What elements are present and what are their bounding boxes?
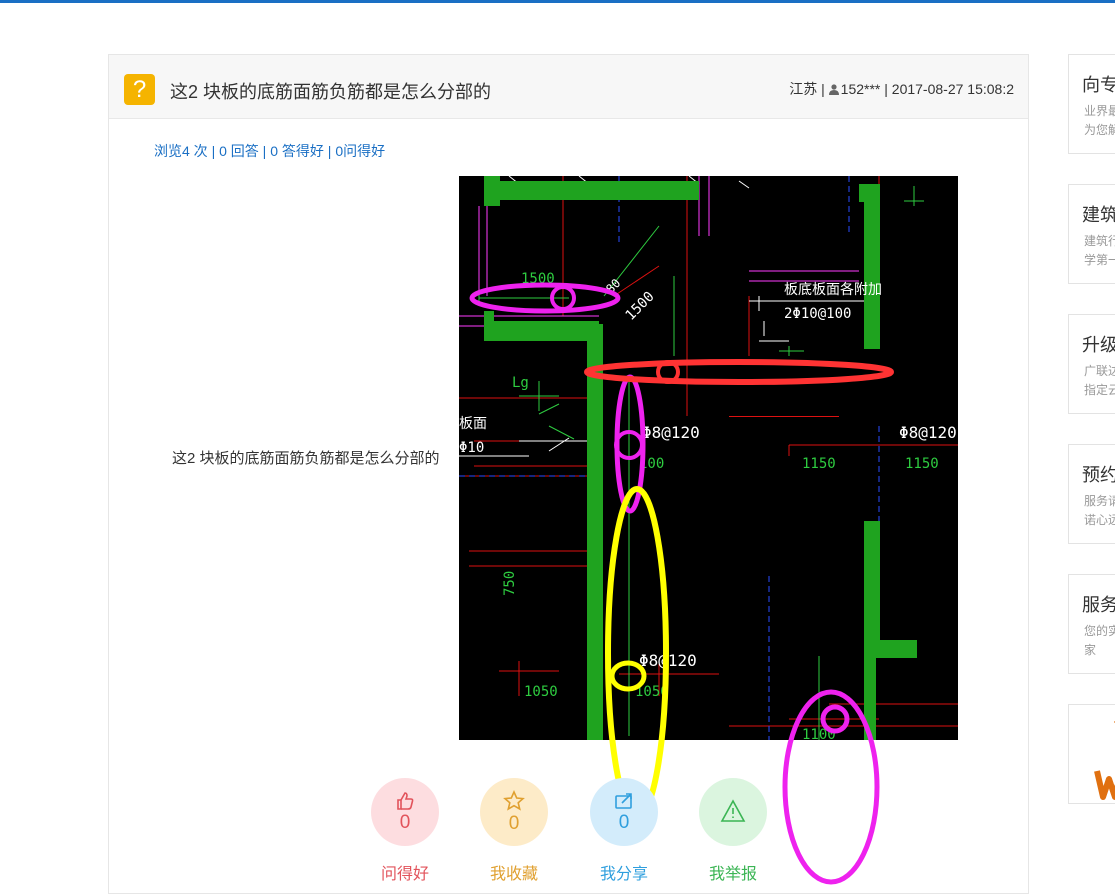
warning-icon (720, 799, 746, 822)
question-card: ? 这2 块板的底筋面筋负筋都是怎么分部的 江苏 | 152*** | 2017… (108, 54, 1029, 894)
good-question-count: 0 (399, 812, 411, 833)
banner-logo-icon (1094, 721, 1115, 800)
question-mark-icon: ? (124, 74, 155, 105)
drawing-label: Φ10 (459, 440, 484, 456)
annotation-circle (609, 660, 647, 692)
sidebar-card-title: 服务 (1082, 595, 1115, 615)
sidebar-card-desc: 您的实 (1084, 624, 1115, 638)
share-count: 0 (618, 812, 630, 833)
sidebar-card-title: 预约 (1082, 465, 1115, 485)
sidebar-card-desc: 建筑行 (1084, 234, 1115, 248)
favorite-label: 我收藏 (489, 866, 538, 883)
sidebar-card-title: 升级 (1082, 335, 1115, 355)
thumbs-up-icon (397, 792, 414, 810)
stat-answers[interactable]: 0 回答 (219, 143, 259, 159)
report-button[interactable]: 我举报 (699, 778, 767, 884)
meta-location: 江苏 | (789, 81, 825, 97)
sidebar-card-desc: 学第一 (1084, 253, 1115, 267)
sidebar-card-title: 向专 (1082, 75, 1115, 95)
drawing-label: 1050 (524, 684, 558, 700)
annotation-ellipse (782, 689, 880, 885)
stat-good-answers[interactable]: 0 答得好 (270, 143, 324, 159)
question-meta: 江苏 | 152*** | 2017-08-27 15:08:2 (774, 79, 1014, 99)
good-question-button[interactable]: 0 问得好 (371, 778, 439, 884)
sidebar-card-building[interactable]: 建筑 建筑行 学第一 (1068, 184, 1115, 284)
drawing-label: 1150 (905, 456, 939, 472)
sidebar-card-title: 建筑 (1082, 205, 1115, 225)
drawing-label: Lg (512, 375, 529, 391)
star-icon (503, 790, 525, 811)
stat-separator: | (207, 143, 220, 159)
meta-user[interactable]: 152*** (841, 81, 881, 97)
question-title: 这2 块板的底筋面筋负筋都是怎么分部的 (170, 82, 492, 102)
sidebar-banner[interactable] (1068, 704, 1115, 804)
good-question-circle[interactable]: 0 (371, 778, 439, 846)
cad-drawing-svg: 1500 1500 80 板底板面各附加 2Φ10@100 Lg 板面 Φ10 … (459, 175, 958, 885)
cad-drawing-image: 1500 1500 80 板底板面各附加 2Φ10@100 Lg 板面 Φ10 … (459, 175, 958, 885)
sidebar-card-upgrade[interactable]: 升级 广联达 指定云 (1068, 314, 1115, 414)
sidebar-card-desc: 指定云 (1084, 383, 1115, 397)
share-circle[interactable]: 0 (590, 778, 658, 846)
sidebar-card-desc: 广联达 (1084, 364, 1115, 378)
share-label: 我分享 (599, 866, 648, 883)
stat-separator: | (258, 143, 271, 159)
top-accent-bar (0, 0, 1115, 3)
stat-good-questions[interactable]: 0问得好 (335, 143, 385, 159)
meta-time: | 2017-08-27 15:08:2 (884, 81, 1014, 97)
sidebar-card-desc: 业界最 (1084, 104, 1115, 118)
sidebar-card-desc: 服务请 (1084, 494, 1115, 508)
drawing-label: Φ8@120 (899, 423, 957, 442)
report-label: 我举报 (708, 866, 757, 883)
good-question-label: 问得好 (380, 866, 429, 883)
drawing-label: 750 (502, 571, 518, 596)
favorite-count: 0 (508, 813, 520, 834)
user-icon (828, 84, 839, 95)
share-button[interactable]: 0 我分享 (590, 778, 658, 884)
sidebar-card-desc: 为您解 (1084, 123, 1115, 137)
drawing-label: 1500 (623, 289, 658, 324)
favorite-button[interactable]: 0 我收藏 (480, 778, 548, 884)
drawing-label: 板底板面各附加 (784, 282, 882, 298)
annotation-ellipse (584, 359, 894, 385)
drawing-label: 1150 (802, 456, 836, 472)
question-header: ? 这2 块板的底筋面筋负筋都是怎么分部的 江苏 | 152*** | 2017… (109, 55, 1028, 119)
drawing-label: 2Φ10@100 (784, 306, 851, 322)
question-stats: 浏览4 次 | 0 回答 | 0 答得好 | 0问得好 (154, 141, 385, 161)
stat-separator: | (323, 143, 336, 159)
report-circle[interactable] (699, 778, 767, 846)
drawing-label: 板面 (459, 416, 487, 432)
question-body: 这2 块板的底筋面筋负筋都是怎么分部的 (172, 450, 440, 467)
sidebar-card-service[interactable]: 服务 您的实 家 (1068, 574, 1115, 674)
sidebar-card-reserve[interactable]: 预约 服务请 诺心远 (1068, 444, 1115, 544)
sidebar-card-desc: 诺心远 (1084, 513, 1115, 527)
share-icon (615, 793, 632, 809)
sidebar-card-desc: 家 (1084, 643, 1097, 657)
sidebar-card-expert[interactable]: 向专 业界最 为您解 (1068, 54, 1115, 154)
stat-views[interactable]: 浏览4 次 (154, 143, 208, 159)
favorite-circle[interactable]: 0 (480, 778, 548, 846)
drawing-label: Φ8@120 (642, 423, 700, 442)
